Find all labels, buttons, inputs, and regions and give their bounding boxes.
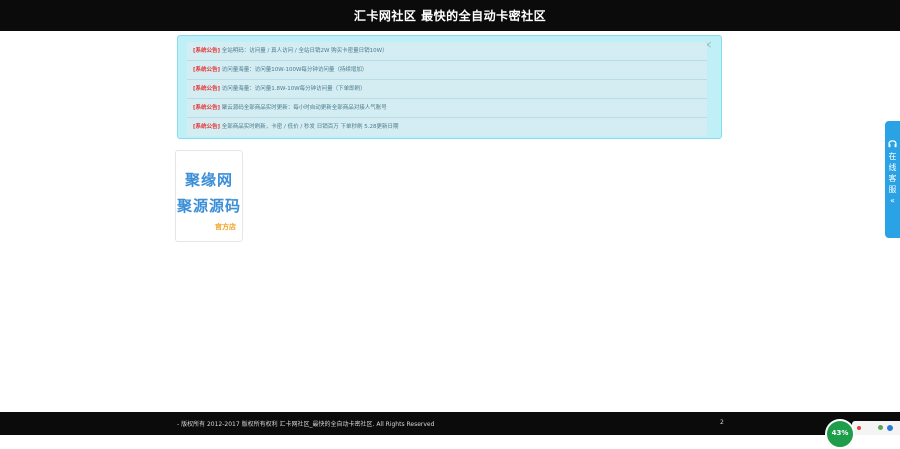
logo-title: 聚缘网: [184, 171, 233, 189]
announcement-tag: [系统公告]: [193, 67, 221, 73]
announcement-text: 聚云源码全部商品实时更新：每小时自动更新全部商品对接人气账号: [220, 105, 387, 111]
announcement-text: 访问量海量：访问量10W-100W每分钟访问量（持续增加）: [220, 67, 368, 73]
announcement-tag: [系统公告]: [193, 105, 221, 111]
site-title: 汇卡网社区 最快的全自动卡密社区: [353, 9, 547, 23]
status-dot-icon: [857, 426, 861, 430]
logo-official-label: 官方店: [215, 223, 236, 231]
status-dot-icon: [878, 425, 883, 430]
announcement-text: 全站明码：访问量 / 真人访问 / 全站日销2W 购买卡密量日销10W）: [220, 48, 388, 54]
speed-widget[interactable]: [852, 421, 900, 435]
announcement-row[interactable]: [系统公告] 全部商品实时刷新，卡密 / 低价 / 秒发 日销百万 下单秒刷 5…: [187, 118, 707, 136]
footer-bar: - 版权所有 2012-2017 版权所有权利 汇卡网社区_最快的全自动卡密社区…: [0, 412, 900, 435]
announcement-list: [系统公告] 全站明码：访问量 / 真人访问 / 全站日销2W 购买卡密量日销1…: [187, 42, 707, 136]
announcement-tag: [系统公告]: [193, 48, 221, 54]
announcement-tag: [系统公告]: [193, 124, 221, 130]
announcement-panel: × [系统公告] 全站明码：访问量 / 真人访问 / 全站日销2W 购买卡密量日…: [177, 35, 722, 139]
browser-icon: [887, 425, 893, 431]
announcement-text: 全部商品实时刷新，卡密 / 低价 / 秒发 日销百万 下单秒刷 5.28更新日期: [220, 124, 399, 130]
announcement-row[interactable]: [系统公告] 聚云源码全部商品实时更新：每小时自动更新全部商品对接人气账号: [187, 99, 707, 118]
speed-badge[interactable]: 43%: [825, 419, 855, 449]
headset-icon: [888, 140, 897, 148]
shop-logo-card[interactable]: 聚缘网 聚源源码 官方店: [175, 150, 243, 242]
footer-copyright: - 版权所有 2012-2017 版权所有权利 汇卡网社区_最快的全自动卡密社区…: [177, 421, 435, 428]
online-service-button[interactable]: 在线客服 «: [885, 121, 900, 238]
logo-subtitle: 聚源源码: [176, 197, 241, 215]
top-header-bar: 汇卡网社区 最快的全自动卡密社区: [0, 0, 900, 31]
announcement-tag: [系统公告]: [193, 86, 221, 92]
announcement-row[interactable]: [系统公告] 访问量海量：访问量10W-100W每分钟访问量（持续增加）: [187, 61, 707, 80]
announcement-text: 访问量海量：访问量1.8W-10W每分钟访问量（下单即刷）: [220, 86, 366, 92]
announcement-row[interactable]: [系统公告] 访问量海量：访问量1.8W-10W每分钟访问量（下单即刷）: [187, 80, 707, 99]
announcement-row[interactable]: [系统公告] 全站明码：访问量 / 真人访问 / 全站日销2W 购买卡密量日销1…: [187, 42, 707, 61]
online-service-label: 在线客服: [888, 152, 897, 194]
chevron-left-icon: «: [890, 196, 895, 205]
footer-page-number: 2: [720, 419, 724, 426]
